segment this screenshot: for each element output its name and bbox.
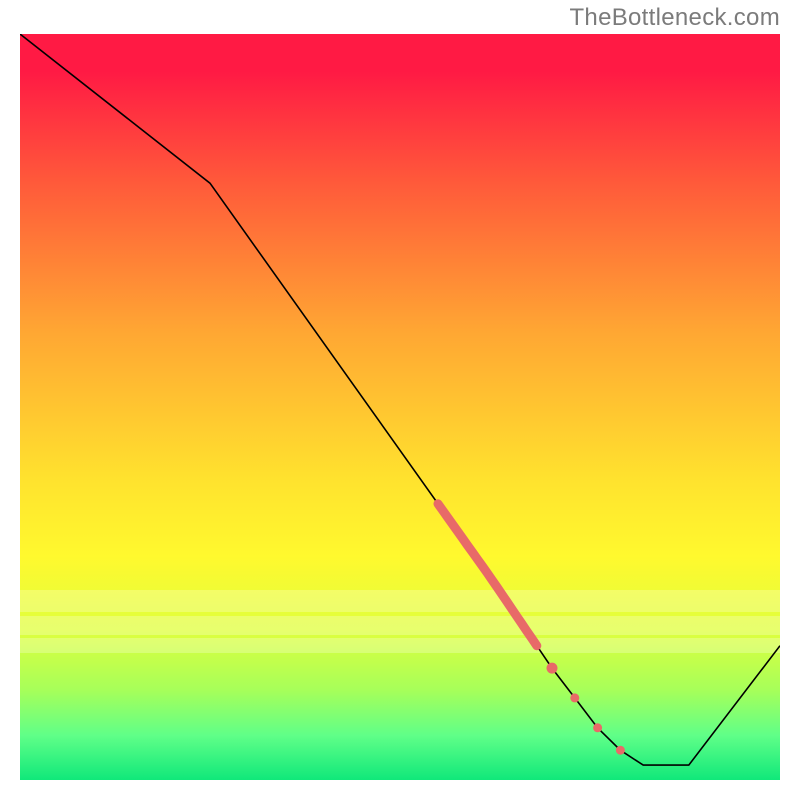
chart-stage: TheBottleneck.com (0, 0, 800, 800)
plot-area (20, 34, 780, 780)
highlight-dot (616, 746, 625, 755)
highlight-segment (438, 504, 537, 646)
highlight-dot (593, 723, 602, 732)
watermark-text: TheBottleneck.com (569, 4, 780, 32)
highlight-dot (547, 663, 558, 674)
highlight-dot (570, 693, 579, 702)
curve-layer (20, 34, 780, 780)
bottleneck-curve (20, 34, 780, 765)
